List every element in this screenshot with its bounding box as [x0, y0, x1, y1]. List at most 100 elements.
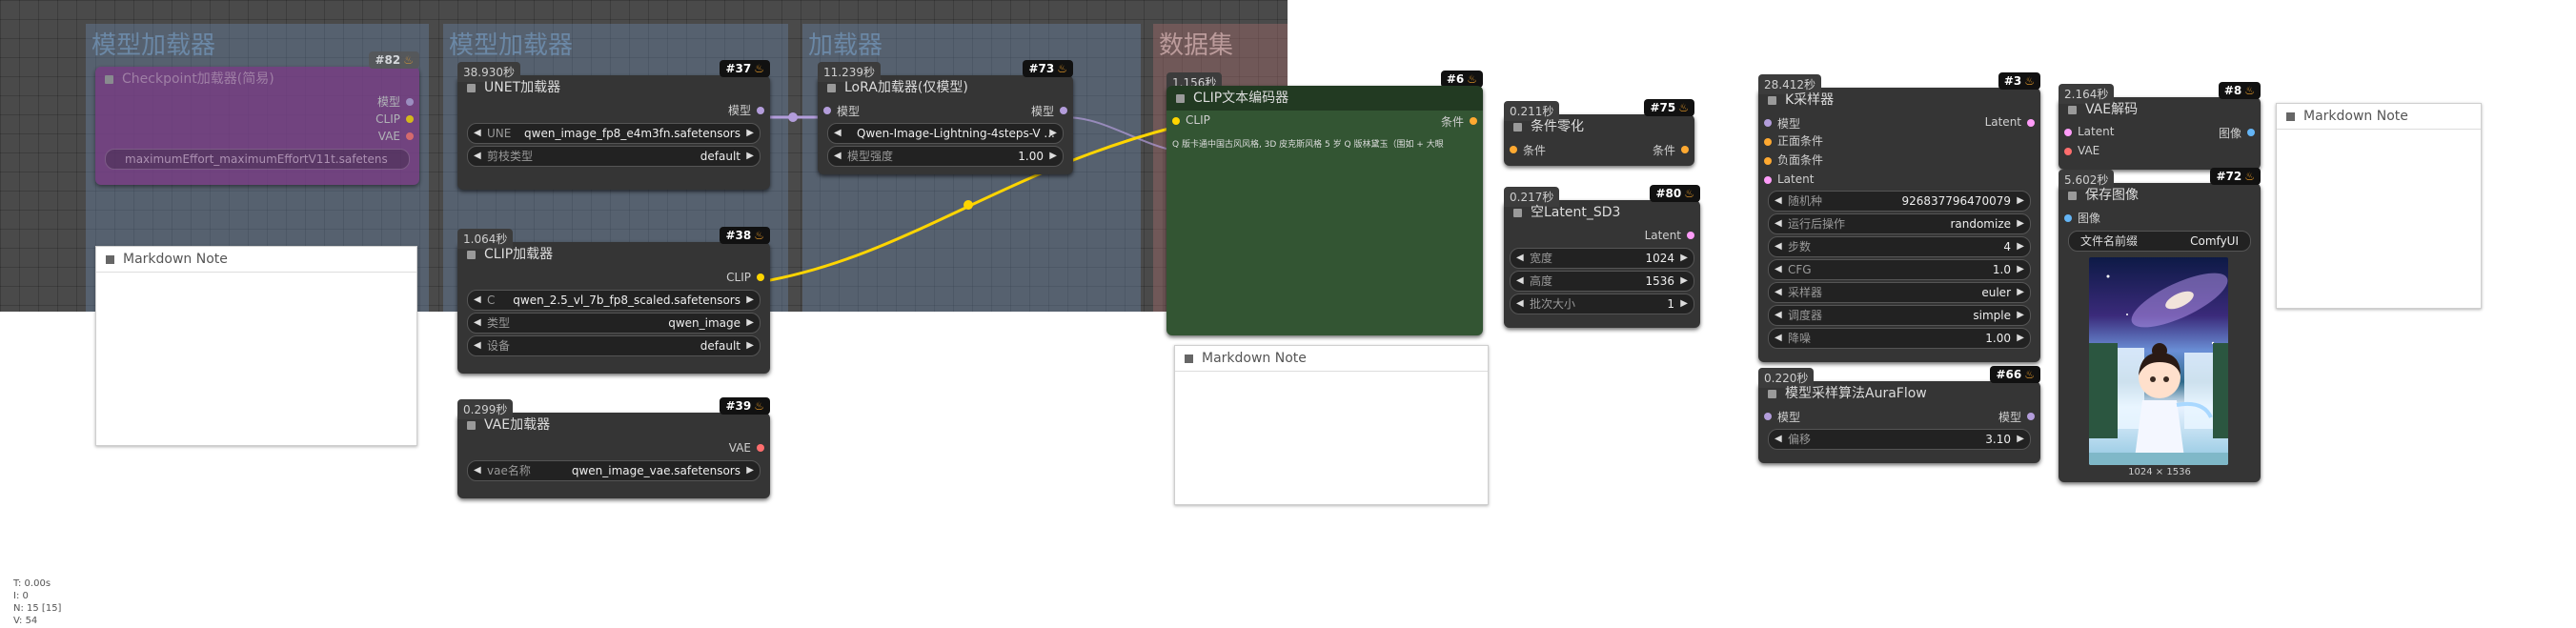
increment-arrow-icon[interactable]: ▶ — [746, 147, 754, 166]
node-empty-latent-sd3[interactable]: 0.217秒 #80 ♨ 空Latent_SD3 Latent ◀ 宽度 1024 ▶ … — [1504, 185, 1700, 328]
node-checkpoint-loader[interactable]: #82 ♨ Checkpoint加载器(简易) 模型 CLIP VAE maxim… — [95, 51, 419, 185]
node-title[interactable]: LoRA加载器(仅模型) — [818, 75, 1073, 100]
input-dot[interactable] — [2064, 214, 2072, 222]
vae-name-widget[interactable]: ◀ vae名称 qwen_image_vae.safetensors ▶ — [467, 460, 761, 481]
unet-name-widget[interactable]: ◀ UNE qwen_image_fp8_e4m3fn.safetensors ▶ — [467, 123, 761, 144]
decrement-arrow-icon[interactable]: ◀ — [1775, 192, 1782, 211]
decrement-arrow-icon[interactable]: ◀ — [474, 291, 481, 310]
decrement-arrow-icon[interactable]: ◀ — [1775, 306, 1782, 325]
increment-arrow-icon[interactable]: ▶ — [1680, 272, 1688, 291]
node-title[interactable]: CLIP文本编码器 — [1166, 86, 1483, 111]
output-dot[interactable] — [406, 132, 414, 140]
markdown-note-3[interactable]: Markdown Note — [2276, 103, 2482, 309]
node-vae-loader[interactable]: 0.299秒 #39 ♨ VAE加载器 VAE ◀ vae名称 qwen_image_… — [457, 397, 770, 498]
slot-row[interactable]: 条件 条件 — [1504, 139, 1694, 160]
output-vae[interactable]: VAE — [457, 437, 770, 458]
cfg-widget[interactable]: ◀ CFG 1.0 ▶ — [1768, 259, 2031, 280]
output-dot[interactable] — [406, 98, 414, 106]
node-title[interactable]: VAE加载器 — [457, 413, 770, 437]
filename-prefix-widget[interactable]: 文件名前缀 ComfyUI — [2068, 231, 2251, 252]
node-title[interactable]: UNET加载器 — [457, 75, 770, 100]
output-dot[interactable] — [2027, 413, 2035, 420]
decrement-arrow-icon[interactable]: ◀ — [834, 147, 842, 166]
increment-arrow-icon[interactable]: ▶ — [2017, 214, 2024, 233]
node-model-sampling-auraflow[interactable]: 0.220秒 #66 ♨ 模型采样算法AuraFlow 模型 模型 ◀ 偏移 3.10… — [1758, 366, 2040, 463]
output-latent[interactable]: Latent — [1504, 225, 1700, 246]
slot-row-model[interactable]: 模型 模型 — [818, 100, 1073, 121]
device-widget[interactable]: ◀ 设备 default ▶ — [467, 335, 761, 356]
node-clip-loader[interactable]: 1.064秒 #38 ♨ CLIP加载器 CLIP ◀ Cqwen_2.5_vl_7… — [457, 227, 770, 374]
node-title[interactable]: K采样器 — [1758, 88, 2040, 112]
checkpoint-name-widget[interactable]: maximumEffort_maximumEffortV11t.safetens — [105, 149, 410, 170]
input-dot[interactable] — [823, 107, 831, 114]
note-title[interactable]: Markdown Note — [1175, 346, 1488, 372]
node-title[interactable]: Checkpoint加载器(简易) — [95, 67, 419, 91]
slot-row-model[interactable]: 模型 模型 — [1758, 406, 2040, 427]
markdown-note-1[interactable]: Markdown Note — [95, 246, 417, 446]
seed-widget[interactable]: ◀ 随机种 926837796470079 ▶ — [1768, 191, 2031, 212]
increment-arrow-icon[interactable]: ▶ — [2017, 430, 2024, 449]
decrement-arrow-icon[interactable]: ◀ — [1775, 430, 1782, 449]
node-title[interactable]: 条件零化 — [1504, 114, 1694, 139]
increment-arrow-icon[interactable]: ▶ — [746, 291, 754, 310]
node-conditioning-zero-out[interactable]: 0.211秒 #75 ♨ 条件零化 条件 条件 — [1504, 99, 1694, 166]
control-after-generate-widget[interactable]: ◀ 运行后操作 randomize ▶ — [1768, 213, 2031, 234]
lora-strength-widget[interactable]: ◀ 模型强度 1.00 ▶ — [827, 146, 1064, 167]
input-dot[interactable] — [1764, 176, 1772, 184]
steps-widget[interactable]: ◀ 步数 4 ▶ — [1768, 236, 2031, 257]
increment-arrow-icon[interactable]: ▶ — [746, 336, 754, 355]
input-vae[interactable]: VAE — [2059, 141, 2261, 160]
increment-arrow-icon[interactable]: ▶ — [746, 314, 754, 333]
input-dot[interactable] — [1764, 138, 1772, 146]
width-widget[interactable]: ◀ 宽度 1024 ▶ — [1510, 248, 1694, 269]
decrement-arrow-icon[interactable]: ◀ — [1775, 283, 1782, 302]
output-dot[interactable] — [1687, 232, 1694, 239]
decrement-arrow-icon[interactable]: ◀ — [474, 147, 481, 166]
output-dot[interactable] — [406, 115, 414, 123]
input-dot[interactable] — [1172, 117, 1180, 125]
node-title[interactable]: CLIP加载器 — [457, 242, 770, 267]
output-dot[interactable] — [1470, 117, 1477, 125]
denoise-widget[interactable]: ◀ 降噪 1.00 ▶ — [1768, 328, 2031, 349]
increment-arrow-icon[interactable]: ▶ — [746, 461, 754, 480]
increment-arrow-icon[interactable]: ▶ — [746, 124, 754, 143]
output-dot[interactable] — [757, 444, 764, 452]
node-title[interactable]: VAE解码 — [2059, 97, 2261, 122]
node-title[interactable]: 空Latent_SD3 — [1504, 200, 1700, 225]
increment-arrow-icon[interactable]: ▶ — [2017, 283, 2024, 302]
node-title[interactable]: 保存图像 — [2059, 183, 2261, 208]
input-dot[interactable] — [2064, 148, 2072, 155]
input-dot[interactable] — [1764, 157, 1772, 165]
input-positive[interactable]: 正面条件 — [1758, 132, 2040, 151]
input-dot[interactable] — [1764, 119, 1772, 127]
output-dot[interactable] — [2247, 129, 2255, 136]
markdown-note-2[interactable]: Markdown Note — [1174, 345, 1489, 505]
increment-arrow-icon[interactable]: ▶ — [1049, 147, 1057, 166]
batch-size-widget[interactable]: ◀ 批次大小 1 ▶ — [1510, 294, 1694, 314]
increment-arrow-icon[interactable]: ▶ — [1680, 249, 1688, 268]
decrement-arrow-icon[interactable]: ◀ — [1516, 249, 1524, 268]
input-negative[interactable]: 负面条件 — [1758, 151, 2040, 170]
output-dot[interactable] — [2027, 119, 2035, 127]
increment-arrow-icon[interactable]: ▶ — [2017, 237, 2024, 256]
decrement-arrow-icon[interactable]: ◀ — [834, 124, 842, 143]
input-dot[interactable] — [1510, 146, 1517, 153]
decrement-arrow-icon[interactable]: ◀ — [1775, 214, 1782, 233]
output-dot[interactable] — [1060, 107, 1067, 114]
output-model[interactable]: 模型 — [457, 100, 770, 121]
increment-arrow-icon[interactable]: ▶ — [1680, 294, 1688, 314]
decrement-arrow-icon[interactable]: ◀ — [1775, 329, 1782, 348]
decrement-arrow-icon[interactable]: ◀ — [474, 124, 481, 143]
clip-name-widget[interactable]: ◀ Cqwen_2.5_vl_7b_fp8_scaled.safetensors ▶ — [467, 290, 761, 311]
input-latent[interactable]: Latent — [1758, 170, 2040, 189]
decrement-arrow-icon[interactable]: ◀ — [1516, 294, 1524, 314]
node-clip-text-encoder[interactable]: 1.156秒 #6 ♨ CLIP文本编码器 CLIP 条件 Q 版卡通中国古风风格… — [1166, 71, 1483, 335]
increment-arrow-icon[interactable]: ▶ — [2017, 329, 2024, 348]
increment-arrow-icon[interactable]: ▶ — [2017, 260, 2024, 279]
node-ksampler[interactable]: 28.412秒 #3 ♨ K采样器 模型 Latent 正面条件 负面条件 Lat… — [1758, 72, 2040, 362]
decrement-arrow-icon[interactable]: ◀ — [1775, 260, 1782, 279]
height-widget[interactable]: ◀ 高度 1536 ▶ — [1510, 271, 1694, 292]
decrement-arrow-icon[interactable]: ◀ — [474, 336, 481, 355]
output-image-preview[interactable] — [2089, 257, 2228, 465]
output-dot[interactable] — [757, 273, 764, 281]
